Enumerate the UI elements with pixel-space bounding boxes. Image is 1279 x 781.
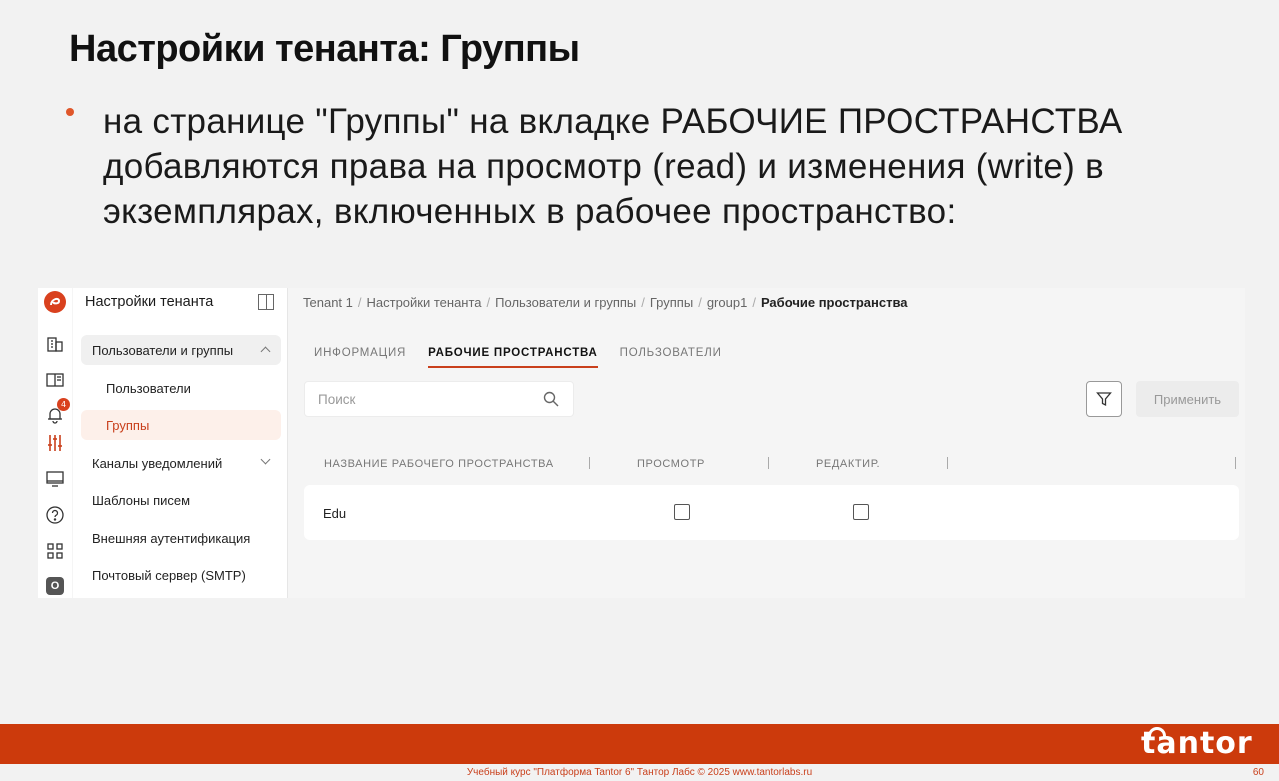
tab-users[interactable]: ПОЛЬЗОВАТЕЛИ [620,347,722,368]
breadcrumb-item[interactable]: Настройки тенанта [367,295,482,310]
sidebar-item-email-templates[interactable]: Шаблоны писем [81,485,281,515]
write-checkbox[interactable] [853,504,869,520]
bullet-dot [66,108,74,116]
icon-rail: 4 O [38,288,72,598]
book-icon[interactable] [44,369,66,391]
notification-badge: 4 [57,398,70,411]
breadcrumb-item[interactable]: group1 [707,295,747,310]
filter-button[interactable] [1086,381,1122,417]
brand-logo: tantor [1141,726,1253,761]
search-input[interactable]: Поиск [304,381,574,417]
apply-button[interactable]: Применить [1136,381,1239,417]
table-header: НАЗВАНИЕ РАБОЧЕГО ПРОСТРАНСТВА ПРОСМОТР … [304,455,1239,475]
read-checkbox[interactable] [674,504,690,520]
column-header-name[interactable]: НАЗВАНИЕ РАБОЧЕГО ПРОСТРАНСТВА [324,458,554,470]
breadcrumb-item[interactable]: Пользователи и группы [495,295,636,310]
sidebar-item-external-auth[interactable]: Внешняя аутентификация [81,523,281,553]
help-icon[interactable] [44,504,66,526]
search-icon [543,391,559,407]
filter-icon [1096,392,1112,407]
sidebar-title: Настройки тенанта [85,294,214,310]
footer-bar [0,724,1279,764]
search-placeholder: Поиск [318,392,356,407]
chevron-down-icon [260,454,271,465]
column-divider[interactable] [947,457,948,469]
page-number: 60 [1252,767,1264,778]
sidebar-item-users[interactable]: Пользователи [81,373,281,403]
sidebar-item-notification-channels[interactable]: Каналы уведомлений [81,448,281,478]
slide-title: Настройки тенанта: Группы [69,28,580,70]
settings-sidebar: Настройки тенанта Пользователи и группы … [73,288,288,598]
column-divider[interactable] [1235,457,1236,469]
tantor-logo-icon[interactable] [44,291,66,313]
tab-information[interactable]: ИНФОРМАЦИЯ [314,347,406,368]
collapse-sidebar-icon[interactable] [258,294,274,310]
footer-text: Учебный курс "Платформа Tantor 6" Тантор… [466,767,813,778]
column-divider[interactable] [768,457,769,469]
chevron-up-icon [260,346,271,357]
bottom-button[interactable]: O [44,575,66,597]
tabs: ИНФОРМАЦИЯ РАБОЧИЕ ПРОСТРАНСТВА ПОЛЬЗОВА… [314,347,722,369]
table-row[interactable]: Edu [304,485,1239,540]
column-header-write[interactable]: РЕДАКТИР. [816,458,880,470]
sidebar-item-groups[interactable]: Группы [81,410,281,440]
column-header-read[interactable]: ПРОСМОТР [637,458,705,470]
app-screenshot: 4 O Настройки тенанта Пользователи и гру… [38,288,1245,598]
workspace-name: Edu [323,506,347,521]
breadcrumb: Tenant 1/Настройки тенанта / Пользователи … [303,295,908,310]
tab-workspaces[interactable]: РАБОЧИЕ ПРОСТРАНСТВА [428,347,598,368]
bell-icon[interactable]: 4 [44,398,70,426]
bullet-text: на странице "Группы" на вкладке РАБОЧИЕ … [103,102,1123,231]
sidebar-item-smtp[interactable]: Почтовый сервер (SMTP) [81,560,281,590]
breadcrumb-item[interactable]: Группы [650,295,693,310]
sidebar-item-users-and-groups[interactable]: Пользователи и группы [81,335,281,365]
monitor-icon[interactable] [44,468,66,490]
column-divider[interactable] [589,457,590,469]
breadcrumb-current: Рабочие пространства [760,295,908,310]
settings-sliders-icon[interactable] [44,432,66,454]
main-panel: Tenant 1/Настройки тенанта / Пользователи … [289,288,1245,598]
grid-icon[interactable] [44,540,66,562]
breadcrumb-item[interactable]: Tenant 1 [303,295,353,310]
building-icon[interactable] [44,332,66,354]
